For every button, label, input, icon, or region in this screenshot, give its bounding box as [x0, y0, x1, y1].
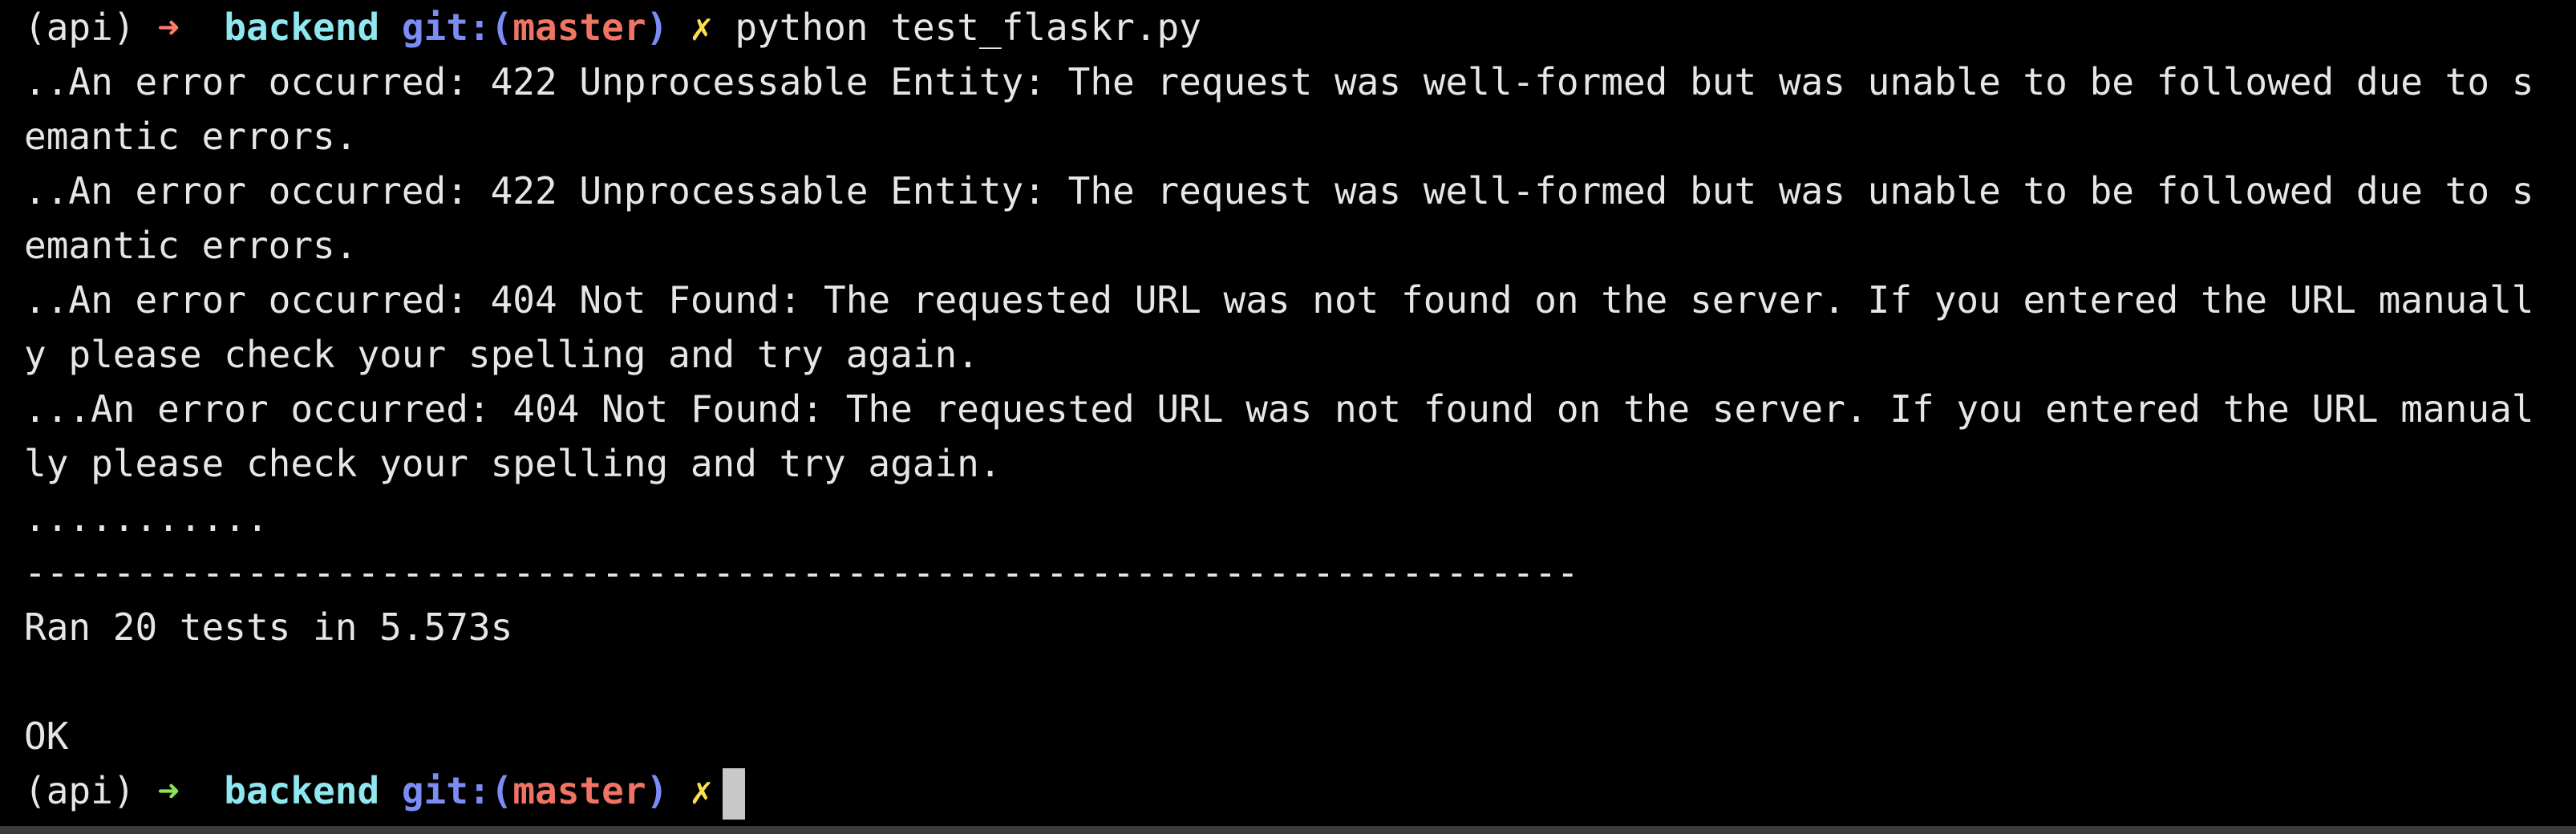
output-line: ...An error occurred: 404 Not Found: The…	[24, 387, 2534, 431]
active-prompt-line[interactable]: (api) ➜ backend git:(master) ✗	[24, 763, 2576, 820]
dirty-marker-icon: ✗	[690, 769, 713, 812]
output-line: ly please check your spelling and try ag…	[24, 442, 1002, 485]
git-branch: master	[512, 6, 646, 49]
dirty-marker-icon: ✗	[690, 6, 713, 49]
output-line: y please check your spelling and try aga…	[24, 333, 979, 376]
git-prefix: git:(	[401, 769, 513, 812]
window-bottom-border	[0, 826, 2576, 834]
output-line: emantic errors.	[24, 115, 358, 158]
separator-line: ----------------------------------------…	[24, 551, 1579, 594]
command-text: python test_flaskr.py	[735, 6, 1201, 49]
prompt-line: (api) ➜ backend git:(master) ✗ python te…	[24, 0, 2576, 55]
git-prefix: git:(	[401, 6, 513, 49]
test-result-status: OK	[24, 715, 69, 758]
output-line: ..An error occurred: 422 Unprocessable E…	[24, 60, 2534, 103]
git-branch: master	[512, 769, 646, 812]
git-suffix: )	[646, 769, 669, 812]
current-directory: backend	[224, 6, 380, 49]
prompt-arrow-icon: ➜	[157, 6, 180, 49]
prompt-arrow-icon: ➜	[157, 769, 180, 812]
virtualenv-name: (api)	[24, 6, 136, 49]
test-summary: Ran 20 tests in 5.573s	[24, 605, 513, 649]
text-cursor[interactable]	[722, 767, 745, 820]
terminal-window[interactable]: (api) ➜ backend git:(master) ✗ python te…	[0, 0, 2576, 834]
test-progress-dots: ...........	[24, 496, 269, 540]
git-suffix: )	[646, 6, 669, 49]
virtualenv-name: (api)	[24, 769, 136, 812]
output-line: ..An error occurred: 404 Not Found: The …	[24, 278, 2534, 322]
output-line: emantic errors.	[24, 224, 358, 267]
current-directory: backend	[224, 769, 380, 812]
output-line: ..An error occurred: 422 Unprocessable E…	[24, 169, 2534, 213]
